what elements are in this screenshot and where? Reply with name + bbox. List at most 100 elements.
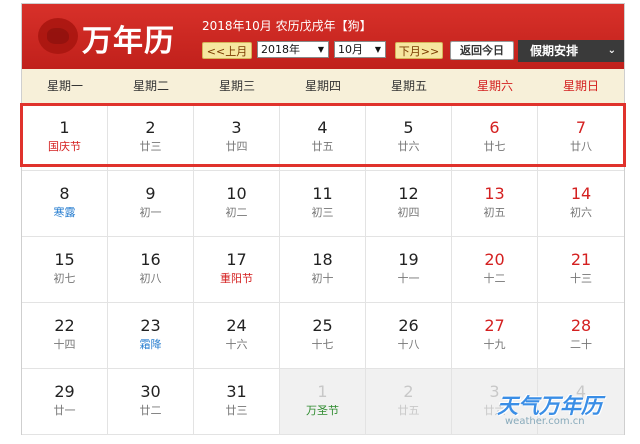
day-cell[interactable]: 29 廿一: [22, 369, 108, 435]
weekday-header-row: 星期一 星期二 星期三 星期四 星期五 星期六 星期日: [22, 69, 624, 105]
day-number: 19: [398, 250, 419, 269]
lunar-label: 霜降: [139, 338, 162, 351]
day-number: 8: [59, 184, 70, 203]
day-cell[interactable]: 25 十七: [280, 303, 366, 369]
day-cell[interactable]: 15 初七: [22, 237, 108, 303]
day-number: 22: [54, 316, 75, 335]
lunar-label: 十四: [53, 338, 76, 351]
day-number: 25: [312, 316, 333, 335]
day-cell[interactable]: 14 初六: [538, 171, 624, 237]
day-cell[interactable]: 23 霜降: [108, 303, 194, 369]
day-cell[interactable]: 8 寒露: [22, 171, 108, 237]
lunar-label: 初八: [139, 272, 162, 285]
day-cell[interactable]: 31 廿三: [194, 369, 280, 435]
weekday-fri: 星期五: [390, 79, 427, 93]
day-number: 30: [140, 382, 161, 401]
weekday-mon: 星期一: [46, 79, 83, 93]
lunar-label: 初一: [139, 206, 162, 219]
month-select-value: 10月: [338, 43, 363, 56]
dropdown-arrow-icon: ▼: [374, 45, 381, 54]
day-number: 11: [312, 184, 333, 203]
year-select-value: 2018年: [261, 43, 300, 56]
day-cell[interactable]: 10 初二: [194, 171, 280, 237]
weekday-wed: 星期三: [218, 79, 255, 93]
lunar-label: 廿二: [139, 404, 162, 417]
day-number: 21: [570, 250, 592, 269]
day-cell[interactable]: 20 十二: [452, 237, 538, 303]
lunar-label: 重阳节: [220, 272, 253, 285]
weekday-sat: 星期六: [476, 79, 513, 93]
day-number: 28: [570, 316, 592, 335]
day-cell[interactable]: 16 初八: [108, 237, 194, 303]
calendar-header: 万年历 2018年10月 农历戊戌年【狗】 <<上月 2018年 ▼ 10月 ▼…: [22, 4, 624, 69]
day-cell[interactable]: 24 十六: [194, 303, 280, 369]
day-cell[interactable]: 18 初十: [280, 237, 366, 303]
watermark-sub: weather.com.cn: [505, 416, 585, 427]
dropdown-arrow-icon: ▼: [317, 45, 324, 54]
day-cell[interactable]: 19 十一: [366, 237, 452, 303]
lunar-label: 十八: [397, 338, 420, 351]
day-number: 29: [54, 382, 75, 401]
day-number: 20: [484, 250, 505, 269]
lunar-label: 廿三: [225, 404, 248, 417]
day-number: 15: [54, 250, 75, 269]
lunar-label: 寒露: [53, 206, 76, 219]
first-week-highlight-box: [20, 103, 626, 167]
day-number: 14: [570, 184, 592, 203]
day-number: 26: [398, 316, 419, 335]
day-cell[interactable]: 27 十九: [452, 303, 538, 369]
day-number: 31: [226, 382, 247, 401]
holiday-menu-label: 假期安排: [530, 44, 579, 58]
day-number: 12: [398, 184, 419, 203]
lunar-label: 廿五: [397, 404, 420, 417]
app-title: 万年历: [82, 24, 175, 59]
holiday-menu[interactable]: 假期安排 ⌄: [518, 40, 624, 62]
lunar-label: 十七: [311, 338, 334, 351]
prev-month-button[interactable]: <<上月: [202, 42, 252, 59]
year-select[interactable]: 2018年 ▼: [257, 41, 329, 58]
lunar-label: 初四: [397, 206, 420, 219]
lunar-label: 十九: [483, 338, 506, 351]
day-cell[interactable]: 28 二十: [538, 303, 624, 369]
next-month-button[interactable]: 下月>>: [395, 42, 443, 59]
lunar-label: 廿一: [53, 404, 76, 417]
day-number: 16: [140, 250, 161, 269]
lunar-label: 二十: [570, 338, 592, 351]
day-cell[interactable]: 21 十三: [538, 237, 624, 303]
lunar-label: 十三: [570, 272, 592, 285]
day-number: 1: [317, 382, 328, 401]
day-cell[interactable]: 30 廿二: [108, 369, 194, 435]
day-number: 13: [484, 184, 505, 203]
lunar-label: 初十: [311, 272, 334, 285]
day-cell[interactable]: 26 十八: [366, 303, 452, 369]
day-number: 23: [140, 316, 161, 335]
dog-logo-icon: [38, 18, 78, 54]
day-cell[interactable]: 9 初一: [108, 171, 194, 237]
lunar-label: 初二: [225, 206, 248, 219]
today-button[interactable]: 返回今日: [450, 41, 514, 60]
day-number: 2: [403, 382, 414, 401]
chevron-down-icon: ⌄: [607, 45, 616, 56]
day-number: 9: [145, 184, 156, 203]
day-number: 18: [312, 250, 333, 269]
day-number: 27: [484, 316, 505, 335]
lunar-label: 初三: [311, 206, 334, 219]
lunar-label: 十六: [225, 338, 248, 351]
lunar-year-info: 2018年10月 农历戊戌年【狗】: [202, 19, 372, 33]
month-select[interactable]: 10月 ▼: [334, 41, 386, 58]
weekday-sun: 星期日: [562, 79, 599, 93]
day-cell[interactable]: 13 初五: [452, 171, 538, 237]
day-cell[interactable]: 12 初四: [366, 171, 452, 237]
lunar-label: 初七: [53, 272, 76, 285]
day-cell-next-month[interactable]: 2 廿五: [366, 369, 452, 435]
day-number: 17: [226, 250, 247, 269]
lunar-label: 十一: [397, 272, 420, 285]
day-number: 24: [226, 316, 247, 335]
day-cell-next-month[interactable]: 1 万圣节: [280, 369, 366, 435]
day-number: 10: [226, 184, 247, 203]
lunar-label: 初五: [483, 206, 506, 219]
day-cell[interactable]: 11 初三: [280, 171, 366, 237]
lunar-label: 十二: [483, 272, 506, 285]
day-cell[interactable]: 17 重阳节: [194, 237, 280, 303]
day-cell[interactable]: 22 十四: [22, 303, 108, 369]
